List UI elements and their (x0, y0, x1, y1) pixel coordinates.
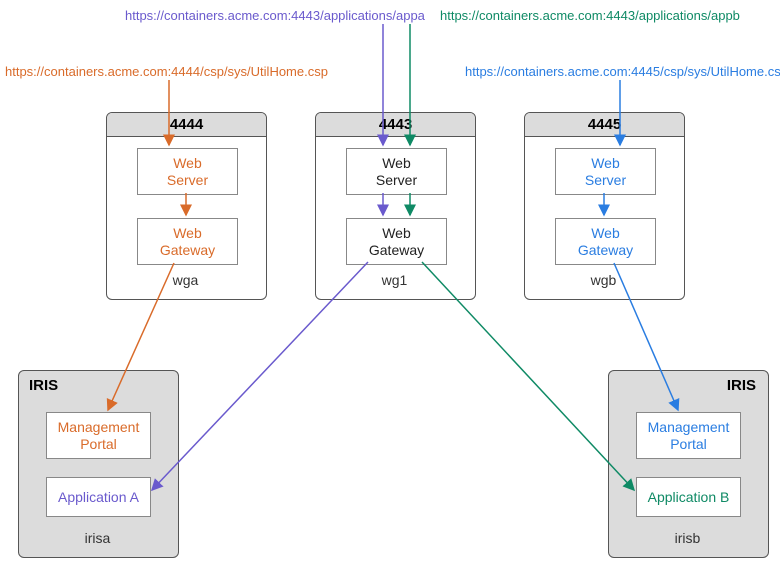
wg1-web-gateway-label: Web Gateway (369, 225, 424, 259)
irisb-mgmt-label: Management Portal (648, 419, 730, 453)
box-irisa-appa: Application A (46, 477, 151, 517)
box-wg1-web-gateway: Web Gateway (346, 218, 447, 265)
port-header-wga: 4444 (107, 113, 266, 137)
label-wgb: wgb (524, 272, 683, 288)
box-irisa-mgmt: Management Portal (46, 412, 151, 459)
box-wg1-web-server: Web Server (346, 148, 447, 195)
port-header-wgb: 4445 (525, 113, 684, 137)
label-wg1: wg1 (315, 272, 474, 288)
box-wgb-web-server: Web Server (555, 148, 656, 195)
label-irisb: irisb (608, 530, 767, 546)
box-irisb-mgmt: Management Portal (636, 412, 741, 459)
label-wga: wga (106, 272, 265, 288)
wg1-web-server-label: Web Server (376, 155, 417, 189)
wgb-web-gateway-label: Web Gateway (578, 225, 633, 259)
iris-title-b: IRIS (609, 371, 768, 400)
irisa-mgmt-label: Management Portal (58, 419, 140, 453)
url-appb: https://containers.acme.com:4443/applica… (440, 8, 740, 23)
url-left-portal: https://containers.acme.com:4444/csp/sys… (5, 64, 328, 79)
wga-web-gateway-label: Web Gateway (160, 225, 215, 259)
url-right-portal: https://containers.acme.com:4445/csp/sys… (465, 64, 780, 79)
label-irisa: irisa (18, 530, 177, 546)
box-wga-web-gateway: Web Gateway (137, 218, 238, 265)
irisb-appb-label: Application B (648, 489, 730, 506)
box-irisb-appb: Application B (636, 477, 741, 517)
wgb-web-server-label: Web Server (585, 155, 626, 189)
iris-title-a: IRIS (19, 371, 178, 400)
box-wga-web-server: Web Server (137, 148, 238, 195)
irisa-appa-label: Application A (58, 489, 139, 506)
url-appa: https://containers.acme.com:4443/applica… (125, 8, 425, 23)
wga-web-server-label: Web Server (167, 155, 208, 189)
port-header-wg1: 4443 (316, 113, 475, 137)
box-wgb-web-gateway: Web Gateway (555, 218, 656, 265)
